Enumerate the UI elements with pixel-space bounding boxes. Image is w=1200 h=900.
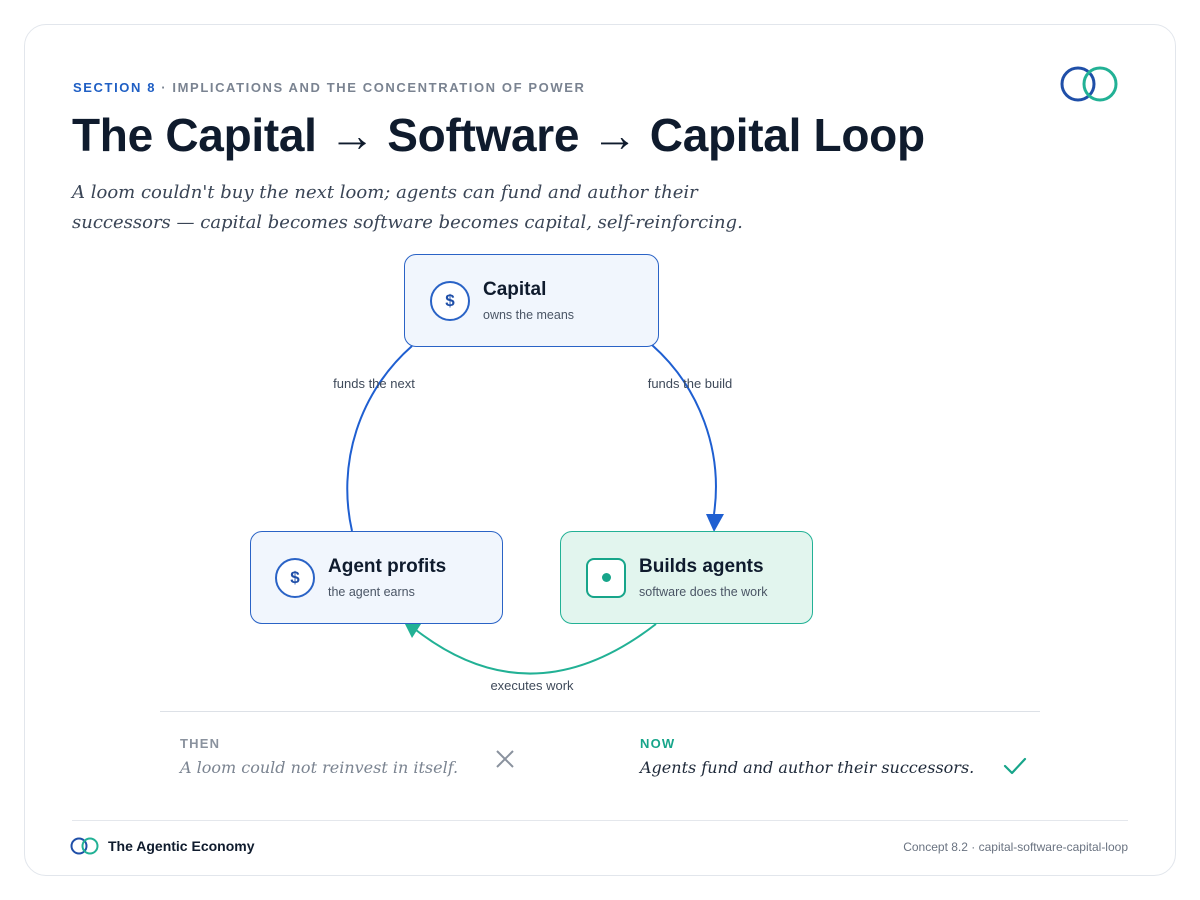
- node-profits-subtitle: the agent earns: [328, 585, 415, 599]
- footer-logo-icon: [70, 837, 99, 855]
- dollar-icon: $: [430, 280, 470, 321]
- subtitle-line-2: successors — capital becomes software be…: [72, 212, 743, 233]
- section-number: SECTION 8: [73, 80, 157, 95]
- check-icon: [1003, 757, 1027, 775]
- node-builds-agents: Builds agents software does the work: [560, 531, 813, 624]
- page-title: The Capital → Software → Capital Loop: [72, 109, 925, 161]
- then-text: A loom could not reinvest in itself.: [180, 758, 459, 777]
- node-agent-profits: $ Agent profits the agent earns: [250, 531, 503, 624]
- brand-logo-icon: [1060, 66, 1118, 102]
- section-eyebrow: SECTION 8 · IMPLICATIONS AND THE CONCENT…: [73, 80, 585, 95]
- now-text: Agents fund and author their successors.: [640, 758, 975, 777]
- subtitle-line-1: A loom couldn't buy the next loom; agent…: [72, 182, 698, 203]
- then-label: THEN: [180, 736, 221, 751]
- node-builds-subtitle: software does the work: [639, 585, 768, 599]
- footer-brand: The Agentic Economy: [70, 836, 255, 856]
- node-profits-title: Agent profits: [328, 556, 447, 577]
- footer-brand-name: The Agentic Economy: [108, 838, 255, 854]
- footer-reference: Concept 8.2 · capital-software-capital-l…: [903, 840, 1128, 854]
- node-builds-title: Builds agents: [639, 556, 764, 577]
- now-label: NOW: [640, 736, 676, 751]
- cross-icon: [496, 750, 514, 768]
- comparison-divider: [160, 711, 1040, 712]
- eyebrow-separator: ·: [161, 80, 168, 95]
- page-subtitle: A loom couldn't buy the next loom; agent…: [72, 178, 772, 238]
- dollar-icon: $: [275, 557, 315, 598]
- node-capital-subtitle: owns the means: [483, 308, 575, 322]
- square-dot-icon: [586, 557, 626, 598]
- node-capital-title: Capital: [483, 279, 547, 300]
- section-topic: IMPLICATIONS AND THE CONCENTRATION OF PO…: [172, 80, 586, 95]
- footer-divider: [72, 820, 1128, 821]
- node-capital: $ Capital owns the means: [404, 254, 659, 347]
